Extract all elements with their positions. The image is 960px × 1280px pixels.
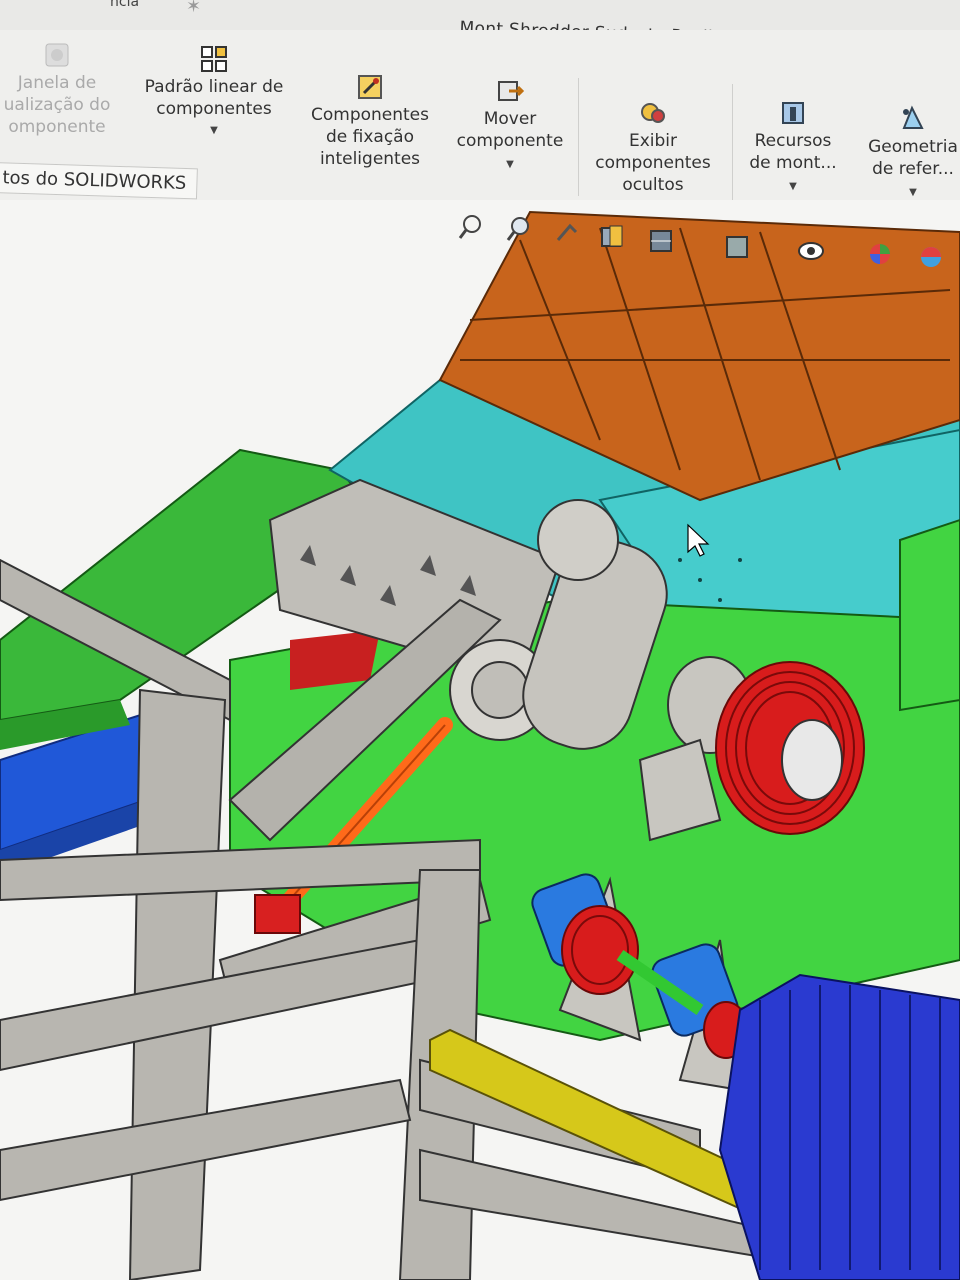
ribbon-separator [578,78,579,196]
ribbon-label: de mont... [749,153,837,173]
zoom-to-fit-icon[interactable] [456,212,486,242]
dropdown-arrow-icon[interactable]: ▼ [858,186,960,200]
assembly-features-button[interactable]: Recursos de mont... ▼ [738,98,848,194]
move-component-button[interactable]: Mover componente ▼ [448,76,572,172]
ribbon-label: ocultos [622,175,684,195]
ribbon-label: Recursos [754,131,832,151]
apply-scene-icon[interactable] [916,242,946,272]
ribbon-label: inteligentes [319,149,421,169]
ribbon-label: componentes [595,153,711,173]
dropdown-arrow-icon[interactable]: ▼ [138,124,290,138]
assembly-model-view[interactable] [0,200,960,1280]
ribbon-label: omponente [8,117,106,137]
zoom-area-icon[interactable] [504,214,534,244]
ribbon-label: componente [456,131,564,151]
ribbon-separator [732,84,733,200]
reference-geometry-button[interactable]: Geometria de refer... ▼ [858,104,960,200]
tab-fragment[interactable]: ncia [110,0,139,10]
smart-fasteners-button[interactable]: Componentes de fixação inteligentes [300,72,440,170]
title-bar: ncia ✶ Mont Shredder Sudeste Paulista * [0,0,960,49]
cylinder-mount-bracket [254,894,301,934]
section-view-icon[interactable] [598,222,628,252]
ribbon-label: de fixação [325,127,414,147]
electric-motor[interactable] [718,973,960,1280]
ribbon-label: Janela de [17,73,97,93]
move-component-icon [498,81,525,101]
ribbon-label: Mover [483,109,537,129]
pin-icon[interactable]: ✶ [186,0,201,17]
graphics-area[interactable] [0,200,960,1280]
linear-pattern-button[interactable]: Padrão linear de componentes ▼ [138,44,290,138]
ribbon-label: componentes [156,99,272,119]
command-tab-solidworks-addins[interactable]: tos do SOLIDWORKS [0,162,198,200]
main-v-belt-pulley[interactable] [715,661,865,835]
ribbon-label: Geometria [868,137,958,157]
assembly-features-icon [782,102,804,124]
heads-up-view-toolbar [456,212,956,267]
component-preview-icon [45,43,69,67]
hide-show-items-icon[interactable] [796,236,826,266]
ribbon-label: ualização do [3,95,111,115]
ribbon-label: Componentes [310,105,429,125]
dropdown-arrow-icon[interactable]: ▼ [738,180,848,194]
view-orientation-icon[interactable] [646,226,676,256]
show-hidden-icon [641,103,665,123]
linear-pattern-icon [201,46,227,72]
show-hidden-components-button[interactable]: Exibir componentes ocultos [584,98,722,196]
ribbon-label: de refer... [872,159,954,179]
component-preview-button[interactable]: Janela de ualização do omponente [0,40,122,138]
edit-appearance-icon[interactable] [866,240,896,270]
smart-fasteners-icon [358,75,382,99]
ribbon-label: Padrão linear de [144,77,284,97]
reference-geometry-icon [902,105,924,129]
previous-view-icon[interactable] [552,218,582,248]
display-style-icon[interactable] [722,232,752,262]
dropdown-arrow-icon[interactable]: ▼ [448,158,572,172]
ribbon-label: Exibir [628,131,678,151]
